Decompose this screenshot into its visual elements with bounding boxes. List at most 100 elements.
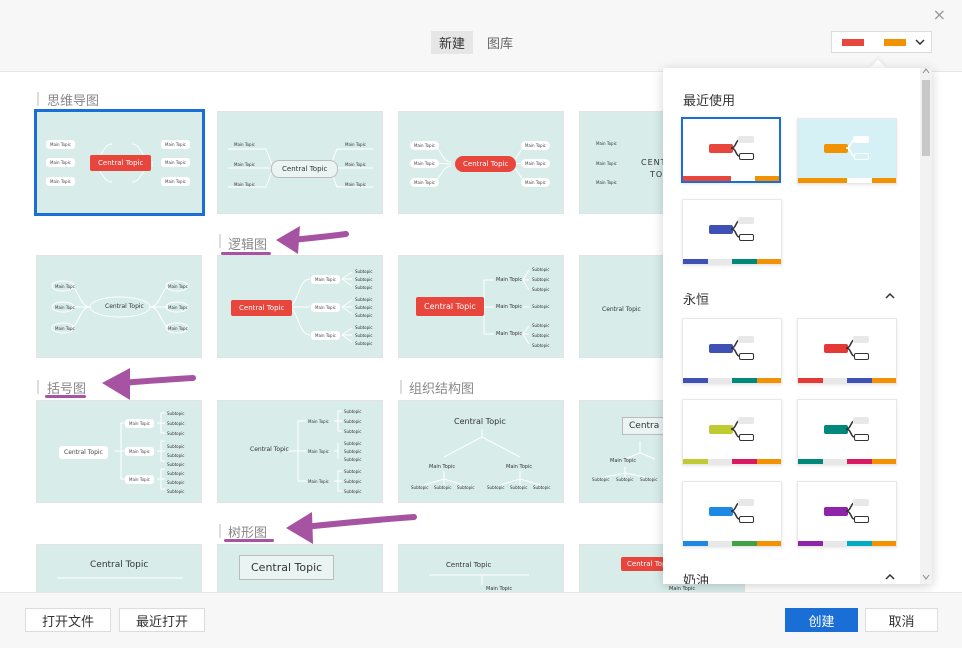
central-topic: Central Topic — [90, 155, 152, 171]
template-card-logic-1[interactable]: Central Topic Main Topc Main Topc Main T… — [36, 255, 202, 358]
annotation-arrow-icon — [276, 226, 349, 254]
main-topic: Main Topic — [521, 141, 550, 150]
cancel-button[interactable]: 取消 — [865, 608, 938, 632]
subtopic: Subtopic — [355, 305, 373, 310]
subtopic: Subtopic — [355, 285, 373, 290]
create-button[interactable]: 创建 — [785, 608, 858, 632]
theme-swatch-eternal-6[interactable] — [797, 481, 897, 547]
central-topic: Central Topic — [250, 446, 289, 453]
annotation-underline — [224, 539, 274, 542]
section-divider — [219, 234, 221, 248]
tab-bar: 新建 图库 — [431, 31, 521, 54]
main-topic: Main Topic — [161, 158, 190, 167]
theme-subnode — [854, 153, 869, 160]
subtopic: Subtopic — [355, 297, 373, 302]
dialog-header: × 新建 图库 — [0, 0, 962, 72]
section-title-logic: 逻辑图 — [228, 238, 268, 253]
cream-themes-title: 奶油 — [683, 574, 710, 584]
subtopic: Subtopic — [344, 479, 362, 484]
template-card-tree-2[interactable]: Central Topic — [217, 544, 383, 592]
subtopic: Subtopic — [344, 419, 362, 424]
theme-swatch-recent-2[interactable] — [797, 118, 897, 184]
central-topic: Central Topic — [446, 561, 492, 569]
central-topic: Central Topic — [416, 297, 484, 316]
main-topic: Main Topic — [506, 464, 533, 470]
theme-subnode — [739, 516, 754, 523]
template-card-mindmap-2[interactable]: Central Topic Main Topic Main Topic Main… — [217, 111, 383, 214]
main-topic: Main Topc — [168, 305, 188, 310]
theme-subnode — [739, 434, 754, 441]
theme-color-stripe — [798, 178, 896, 183]
theme-swatch-eternal-3[interactable] — [682, 399, 782, 465]
subtopic: Subtopic — [344, 489, 362, 494]
theme-swatch-recent-3[interactable] — [682, 199, 782, 265]
template-card-tree-3[interactable]: Central Topic Main Topic — [398, 544, 564, 592]
section-title-mindmap: 思维导图 — [47, 94, 100, 109]
theme-swatch-eternal-1[interactable] — [682, 318, 782, 384]
main-topic: Main Topic — [610, 458, 637, 464]
template-card-mindmap-1[interactable]: Central Topic Main Topic Main Topic Main… — [34, 109, 205, 216]
main-topic: Main Topic — [345, 162, 366, 167]
main-topic: Main Topic — [521, 178, 550, 187]
theme-color-stripe — [798, 378, 896, 383]
section-divider — [219, 524, 221, 538]
theme-subnode — [853, 336, 869, 343]
theme-topic-pill — [709, 144, 733, 153]
theme-subnode — [854, 434, 869, 441]
theme-subnode — [738, 417, 754, 424]
theme-color-primary — [842, 38, 864, 46]
central-topic: Central Topic — [602, 306, 641, 313]
scroll-down-icon[interactable] — [920, 574, 932, 582]
template-card-tree-1[interactable]: Central Topic — [36, 544, 202, 592]
template-card-bracket-1[interactable]: Central Topic Main Topic Main Topic Main… — [36, 400, 202, 503]
subtopic: Subtopic — [510, 485, 528, 490]
subtopic: Subtopic — [532, 333, 550, 338]
template-card-mindmap-3[interactable]: Central Topic Main Topic Main Topic Main… — [398, 111, 564, 214]
theme-popup: 最近使用 永恒 奶油 — [663, 68, 932, 584]
central-topic: Central Topic — [271, 160, 339, 178]
tab-gallery[interactable]: 图库 — [479, 31, 521, 54]
template-card-logic-2[interactable]: Central Topic Main Topic Main Topic Main… — [217, 255, 383, 358]
theme-swatch-eternal-4[interactable] — [797, 399, 897, 465]
subtopic: Subtopic — [167, 444, 185, 449]
open-file-button[interactable]: 打开文件 — [25, 608, 111, 632]
theme-swatch-eternal-5[interactable] — [682, 481, 782, 547]
main-topic: Main Topic — [410, 141, 439, 150]
theme-swatch-eternal-2[interactable] — [797, 318, 897, 384]
main-topic: Main Topic — [125, 447, 154, 456]
collapse-icon[interactable] — [885, 570, 895, 583]
theme-subnode — [739, 153, 754, 160]
main-topic: Main Topic — [596, 161, 617, 166]
subtopic: Subtopic — [355, 269, 373, 274]
subtopic: Subtopic — [167, 453, 185, 458]
main-topic: Main Topic — [429, 464, 456, 470]
theme-color-stripe — [683, 459, 781, 464]
template-card-logic-3[interactable]: Central Topic Main Topic Main Topic Main… — [398, 255, 564, 358]
theme-subnode — [738, 136, 754, 143]
main-topic: Main Topic — [46, 140, 75, 149]
main-topic: Main Topic — [596, 180, 617, 185]
central-topic: Central Topic — [454, 417, 506, 426]
dialog-footer: 打开文件 最近打开 创建 取消 — [0, 592, 962, 648]
theme-swatch-recent-1[interactable] — [681, 117, 781, 183]
main-topic: Main Topc — [168, 326, 188, 331]
recent-open-button[interactable]: 最近打开 — [119, 608, 205, 632]
template-card-org-1[interactable]: Central Topic Main Topic Main Topic Subt… — [398, 400, 564, 503]
scroll-up-icon[interactable] — [920, 68, 932, 76]
close-icon[interactable]: × — [933, 5, 946, 24]
theme-subnode — [853, 136, 869, 143]
main-topic: Main Topic — [496, 277, 523, 283]
theme-dropdown[interactable] — [831, 31, 932, 53]
tab-new[interactable]: 新建 — [431, 31, 474, 54]
main-topic: Main Topc — [168, 284, 188, 289]
template-card-bracket-2[interactable]: Central Topic Main Topic Main Topic Main… — [217, 400, 383, 503]
scrollbar-thumb[interactable] — [922, 80, 930, 156]
subtopic: Subtopic — [532, 343, 550, 348]
theme-subnode — [739, 353, 754, 360]
main-topic: Main Topic — [311, 303, 340, 312]
panel-scrollbar[interactable] — [920, 68, 932, 584]
collapse-icon[interactable] — [885, 289, 895, 302]
central-topic: Central Topic — [105, 303, 144, 310]
central-topic: Central Topic — [90, 560, 149, 570]
theme-subnode — [738, 499, 754, 506]
